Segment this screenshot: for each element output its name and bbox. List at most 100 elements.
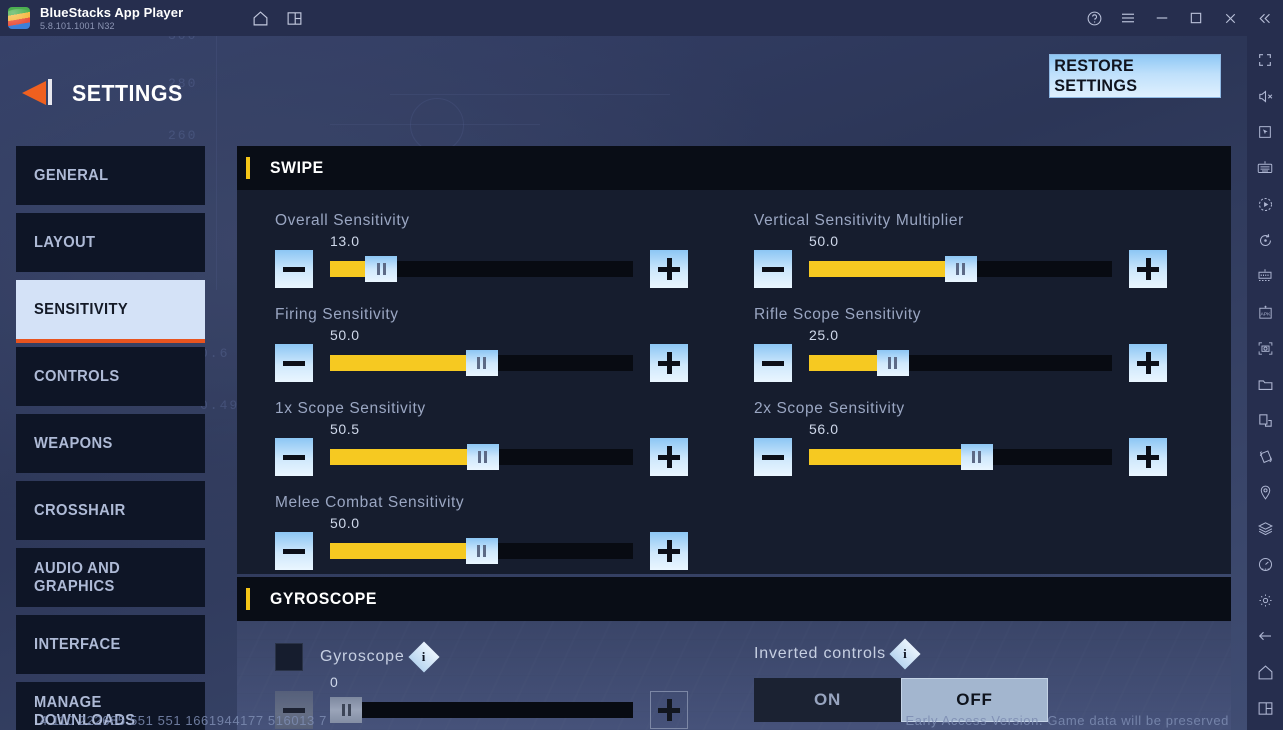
decrement-button[interactable] bbox=[754, 344, 792, 382]
help-circle-icon[interactable] bbox=[1077, 0, 1111, 36]
slider[interactable] bbox=[809, 344, 1112, 382]
minus-icon bbox=[283, 266, 305, 272]
gyroscope-slider[interactable] bbox=[330, 691, 633, 729]
shake-icon[interactable] bbox=[1247, 438, 1283, 474]
decrement-button[interactable] bbox=[275, 438, 313, 476]
hamburger-menu-icon[interactable] bbox=[1111, 0, 1145, 36]
hud-artifact-line bbox=[390, 94, 670, 95]
slider-track[interactable] bbox=[809, 350, 1112, 376]
slider-label: Vertical Sensitivity Multiplier bbox=[754, 212, 964, 229]
sidebar-item-crosshair[interactable]: CROSSHAIR bbox=[16, 481, 205, 540]
sidebar-item-sensitivity[interactable]: SENSITIVITY bbox=[16, 280, 205, 343]
restore-settings-button[interactable]: RESTORE SETTINGS bbox=[1049, 54, 1221, 98]
multi-instance-sync-icon[interactable] bbox=[1247, 258, 1283, 294]
increment-button[interactable] bbox=[1129, 250, 1167, 288]
home-icon[interactable] bbox=[245, 3, 275, 33]
home-icon[interactable] bbox=[1247, 654, 1283, 690]
performance-meter-icon[interactable] bbox=[1247, 546, 1283, 582]
gyroscope-panel: GYROSCOPE Gyroscope i 0 Inverted control… bbox=[237, 577, 1231, 730]
slider-track[interactable] bbox=[809, 444, 1112, 470]
gyroscope-value: 0 bbox=[330, 674, 339, 690]
screenshot-icon[interactable] bbox=[1247, 330, 1283, 366]
increment-button[interactable] bbox=[650, 344, 688, 382]
multi-instance-icon[interactable] bbox=[279, 3, 309, 33]
game-debug-status: 4 110 222685 551 551 1661944177 516013 7 bbox=[40, 713, 327, 728]
slider-track[interactable] bbox=[330, 697, 633, 723]
increment-button[interactable] bbox=[1129, 438, 1167, 476]
minimize-icon[interactable] bbox=[1145, 0, 1179, 36]
sidebar-item-general[interactable]: GENERAL bbox=[16, 146, 205, 205]
sidebar-item-label: CONTROLS bbox=[34, 367, 120, 385]
minus-icon bbox=[283, 454, 305, 460]
resize-window-icon[interactable] bbox=[1247, 402, 1283, 438]
install-apk-icon[interactable]: APK bbox=[1247, 294, 1283, 330]
increment-button[interactable] bbox=[1129, 344, 1167, 382]
swipe-panel: SWIPE Overall Sensitivity 13.0 Vertical … bbox=[237, 146, 1231, 574]
slider-knob[interactable] bbox=[330, 697, 362, 723]
slider[interactable] bbox=[330, 438, 633, 476]
slider-label: Melee Combat Sensitivity bbox=[275, 494, 465, 511]
mute-speaker-icon[interactable] bbox=[1247, 78, 1283, 114]
double-chevron-left-icon[interactable] bbox=[1247, 0, 1281, 36]
slider[interactable] bbox=[330, 250, 633, 288]
increment-button[interactable] bbox=[650, 250, 688, 288]
sidebar-item-audio-and-graphics[interactable]: AUDIO AND GRAPHICS bbox=[16, 548, 205, 607]
slider-label: Overall Sensitivity bbox=[275, 212, 410, 229]
slider-knob[interactable] bbox=[465, 538, 498, 564]
page-title: SETTINGS bbox=[72, 79, 183, 106]
back-icon[interactable] bbox=[1247, 618, 1283, 654]
fullscreen-icon[interactable] bbox=[1247, 42, 1283, 78]
slider-track[interactable] bbox=[809, 256, 1112, 282]
slider[interactable] bbox=[809, 250, 1112, 288]
location-pin-icon[interactable] bbox=[1247, 474, 1283, 510]
maximize-icon[interactable] bbox=[1179, 0, 1213, 36]
inverted-controls-on-option[interactable]: ON bbox=[754, 678, 901, 722]
keyboard-controls-icon[interactable] bbox=[1247, 150, 1283, 186]
slider[interactable] bbox=[330, 532, 633, 570]
slider-track[interactable] bbox=[330, 444, 633, 470]
sidebar-item-label: INTERFACE bbox=[34, 635, 121, 653]
gyroscope-increment-button[interactable] bbox=[650, 691, 688, 729]
slider-track[interactable] bbox=[330, 538, 633, 564]
sidebar-item-interface[interactable]: INTERFACE bbox=[16, 615, 205, 674]
layers-icon[interactable] bbox=[1247, 510, 1283, 546]
rotate-icon[interactable] bbox=[1247, 222, 1283, 258]
slider-knob[interactable] bbox=[960, 444, 993, 470]
restore-settings-label: RESTORE SETTINGS bbox=[1054, 56, 1138, 95]
decrement-button[interactable] bbox=[754, 438, 792, 476]
settings-nav: GENERAL LAYOUT SENSITIVITY CONTROLS WEAP… bbox=[16, 146, 205, 730]
increment-button[interactable] bbox=[650, 532, 688, 570]
media-folder-icon[interactable] bbox=[1247, 366, 1283, 402]
slider-track[interactable] bbox=[330, 256, 633, 282]
slider-knob[interactable] bbox=[876, 350, 909, 376]
macro-record-icon[interactable] bbox=[1247, 186, 1283, 222]
slider-track[interactable] bbox=[330, 350, 633, 376]
gyroscope-checkbox[interactable] bbox=[275, 643, 303, 671]
slider-knob[interactable] bbox=[466, 444, 499, 470]
slider-knob[interactable] bbox=[365, 256, 398, 282]
cursor-pointer-icon[interactable] bbox=[1247, 114, 1283, 150]
slider-knob[interactable] bbox=[465, 350, 498, 376]
recents-icon[interactable] bbox=[1247, 690, 1283, 726]
svg-text:APK: APK bbox=[1260, 311, 1271, 317]
sidebar-item-controls[interactable]: CONTROLS bbox=[16, 347, 205, 406]
close-icon[interactable] bbox=[1213, 0, 1247, 36]
back-arrow-icon[interactable] bbox=[22, 78, 58, 108]
sidebar-item-layout[interactable]: LAYOUT bbox=[16, 213, 205, 272]
decrement-button[interactable] bbox=[754, 250, 792, 288]
sidebar-item-weapons[interactable]: WEAPONS bbox=[16, 414, 205, 473]
decrement-button[interactable] bbox=[275, 532, 313, 570]
decrement-button[interactable] bbox=[275, 250, 313, 288]
info-icon[interactable]: i bbox=[408, 641, 440, 673]
increment-button[interactable] bbox=[650, 438, 688, 476]
settings-header: SETTINGS bbox=[22, 78, 191, 108]
slider-row-overall-sensitivity: Overall Sensitivity 13.0 bbox=[275, 212, 688, 288]
slider-knob[interactable] bbox=[944, 256, 977, 282]
decrement-button[interactable] bbox=[275, 344, 313, 382]
slider[interactable] bbox=[809, 438, 1112, 476]
slider[interactable] bbox=[330, 344, 633, 382]
slider-row-rifle-scope-sensitivity: Rifle Scope Sensitivity 25.0 bbox=[754, 306, 1167, 382]
settings-gear-icon[interactable] bbox=[1247, 582, 1283, 618]
info-icon[interactable]: i bbox=[889, 638, 921, 670]
hud-artifact-number: 0.49 bbox=[200, 398, 240, 413]
